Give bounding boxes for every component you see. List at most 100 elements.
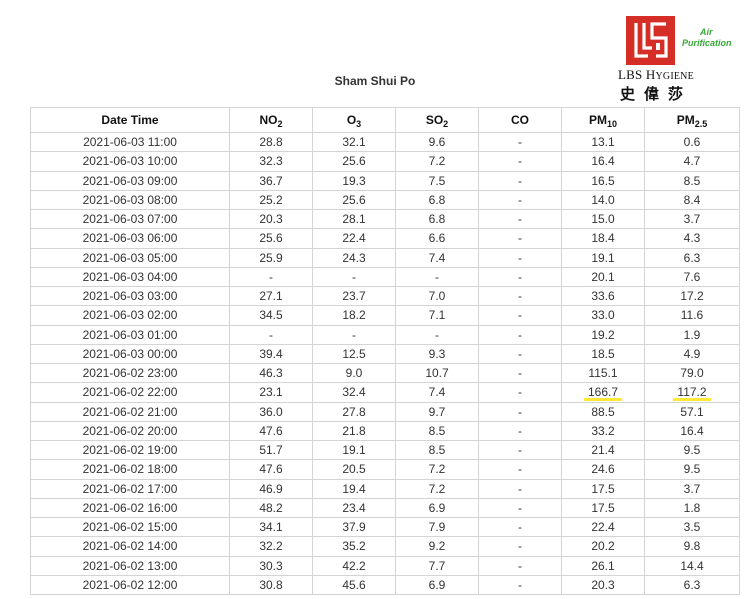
table-row: 2021-06-03 09:00 36.7 19.3 7.5-16.5 8.5 [30, 170, 740, 191]
cell-pm25: 1.8 [644, 497, 740, 519]
lbs-hygiene-logo: Air Purification LBS HYGIENE 史偉莎 [618, 14, 748, 104]
cell-no2: 30.8 [229, 574, 313, 596]
cell-o3: 27.8 [312, 401, 396, 422]
cell-no2: 36.0 [229, 401, 313, 422]
cell-pm25: 57.1 [644, 401, 740, 422]
cell-pm10: 115.1 [561, 362, 645, 384]
cell-pm25: 1.9 [644, 324, 740, 345]
cell-co: - [478, 478, 562, 499]
cell-no2: 25.2 [229, 189, 313, 211]
cell-no2: 32.2 [229, 536, 313, 557]
cell-co: - [478, 536, 562, 557]
cell-co: - [478, 516, 562, 538]
cell-co: - [478, 151, 562, 172]
cell-o3: 23.7 [312, 285, 396, 307]
cell-co: - [478, 401, 562, 422]
cell-co: - [478, 170, 562, 191]
cell-date-time: 2021-06-02 13:00 [30, 555, 230, 576]
cell-so2: - [395, 324, 479, 345]
cell-so2: 7.1 [395, 305, 479, 326]
cell-o3: 18.2 [312, 305, 396, 326]
cell-o3: 19.3 [312, 170, 396, 191]
column-header-date-time: Date Time [30, 107, 230, 133]
cell-date-time: 2021-06-03 09:00 [30, 170, 230, 191]
table-row: 2021-06-03 11:00 28.8 32.1 9.6-13.1 0.6 [30, 131, 740, 153]
cell-so2: 6.9 [395, 497, 479, 519]
cell-pm25: 3.5 [644, 516, 740, 538]
table-row: 2021-06-02 23:00 46.3 9.0 10.7-115.1 79.0 [30, 362, 740, 384]
cell-date-time: 2021-06-03 01:00 [30, 324, 230, 345]
cell-co: - [478, 189, 562, 211]
cell-so2: 9.3 [395, 343, 479, 365]
cell-pm25: 6.3 [644, 247, 740, 268]
cell-pm25: 117.2 [644, 382, 740, 403]
cell-pm25: 16.4 [644, 420, 740, 442]
cell-o3: 19.4 [312, 478, 396, 499]
cell-pm10: 15.0 [561, 208, 645, 230]
cell-pm25: 3.7 [644, 208, 740, 230]
cell-date-time: 2021-06-02 22:00 [30, 382, 230, 403]
cell-date-time: 2021-06-02 20:00 [30, 420, 230, 442]
table-row: 2021-06-02 13:00 30.3 42.2 7.7-26.1 14.4 [30, 555, 740, 576]
cell-pm25: 79.0 [644, 362, 740, 384]
cell-co: - [478, 343, 562, 365]
cell-no2: - [229, 324, 313, 345]
cell-so2: 10.7 [395, 362, 479, 384]
cell-co: - [478, 555, 562, 576]
cell-pm25: 11.6 [644, 305, 740, 326]
cell-so2: 9.2 [395, 536, 479, 557]
cell-no2: 48.2 [229, 497, 313, 519]
cell-pm10: 18.4 [561, 228, 645, 249]
cell-o3: 9.0 [312, 362, 396, 384]
cell-pm25: 3.7 [644, 478, 740, 499]
cell-date-time: 2021-06-03 00:00 [30, 343, 230, 365]
cell-so2: 9.7 [395, 401, 479, 422]
cell-pm25: 14.4 [644, 555, 740, 576]
cell-pm10: 26.1 [561, 555, 645, 576]
cell-pm25: 6.3 [644, 574, 740, 596]
table-row: 2021-06-02 15:00 34.1 37.9 7.9-22.4 3.5 [30, 516, 740, 538]
cell-so2: 9.6 [395, 131, 479, 153]
cell-co: - [478, 459, 562, 480]
column-header-pm25: PM2.5 [644, 107, 740, 133]
cell-pm25: 7.6 [644, 266, 740, 288]
cell-o3: 32.4 [312, 382, 396, 403]
cell-o3: 25.6 [312, 189, 396, 211]
cell-no2: 34.1 [229, 516, 313, 538]
highlighted-value: 166.7 [583, 385, 623, 402]
cell-pm10: 21.4 [561, 439, 645, 461]
cell-date-time: 2021-06-02 21:00 [30, 401, 230, 422]
cell-date-time: 2021-06-03 07:00 [30, 208, 230, 230]
cell-pm25: 9.5 [644, 439, 740, 461]
cell-pm25: 4.9 [644, 343, 740, 365]
cell-date-time: 2021-06-03 02:00 [30, 305, 230, 326]
cell-pm10: 13.1 [561, 131, 645, 153]
cell-pm10: 166.7 [561, 382, 645, 403]
cell-so2: 6.8 [395, 208, 479, 230]
table-row: 2021-06-02 17:00 46.9 19.4 7.2-17.5 3.7 [30, 478, 740, 499]
cell-pm25: 4.3 [644, 228, 740, 249]
air-quality-table: Date Time NO2 O3 SO2 CO PM10 PM2.5 2021-06-03 … [30, 107, 740, 596]
cell-date-time: 2021-06-02 17:00 [30, 478, 230, 499]
cell-o3: 35.2 [312, 536, 396, 557]
cell-date-time: 2021-06-02 15:00 [30, 516, 230, 538]
table-row: 2021-06-03 06:00 25.6 22.4 6.6-18.4 4.3 [30, 228, 740, 249]
cell-no2: 20.3 [229, 208, 313, 230]
cell-co: - [478, 324, 562, 345]
cell-so2: 7.9 [395, 516, 479, 538]
cell-no2: 30.3 [229, 555, 313, 576]
cell-no2: 46.3 [229, 362, 313, 384]
cell-so2: 7.2 [395, 478, 479, 499]
table-row: 2021-06-03 03:00 27.1 23.7 7.0-33.6 17.2 [30, 285, 740, 307]
logo-brand-name: LBS HYGIENE [618, 67, 694, 82]
cell-so2: 7.7 [395, 555, 479, 576]
table-row: 2021-06-02 20:00 47.6 21.8 8.5-33.2 16.4 [30, 420, 740, 442]
cell-pm10: 14.0 [561, 189, 645, 211]
cell-pm10: 19.1 [561, 247, 645, 268]
cell-so2: 7.5 [395, 170, 479, 191]
cell-date-time: 2021-06-02 19:00 [30, 439, 230, 461]
cell-pm10: 20.3 [561, 574, 645, 596]
cell-no2: 25.6 [229, 228, 313, 249]
cell-pm10: 88.5 [561, 401, 645, 422]
cell-so2: 6.9 [395, 574, 479, 596]
